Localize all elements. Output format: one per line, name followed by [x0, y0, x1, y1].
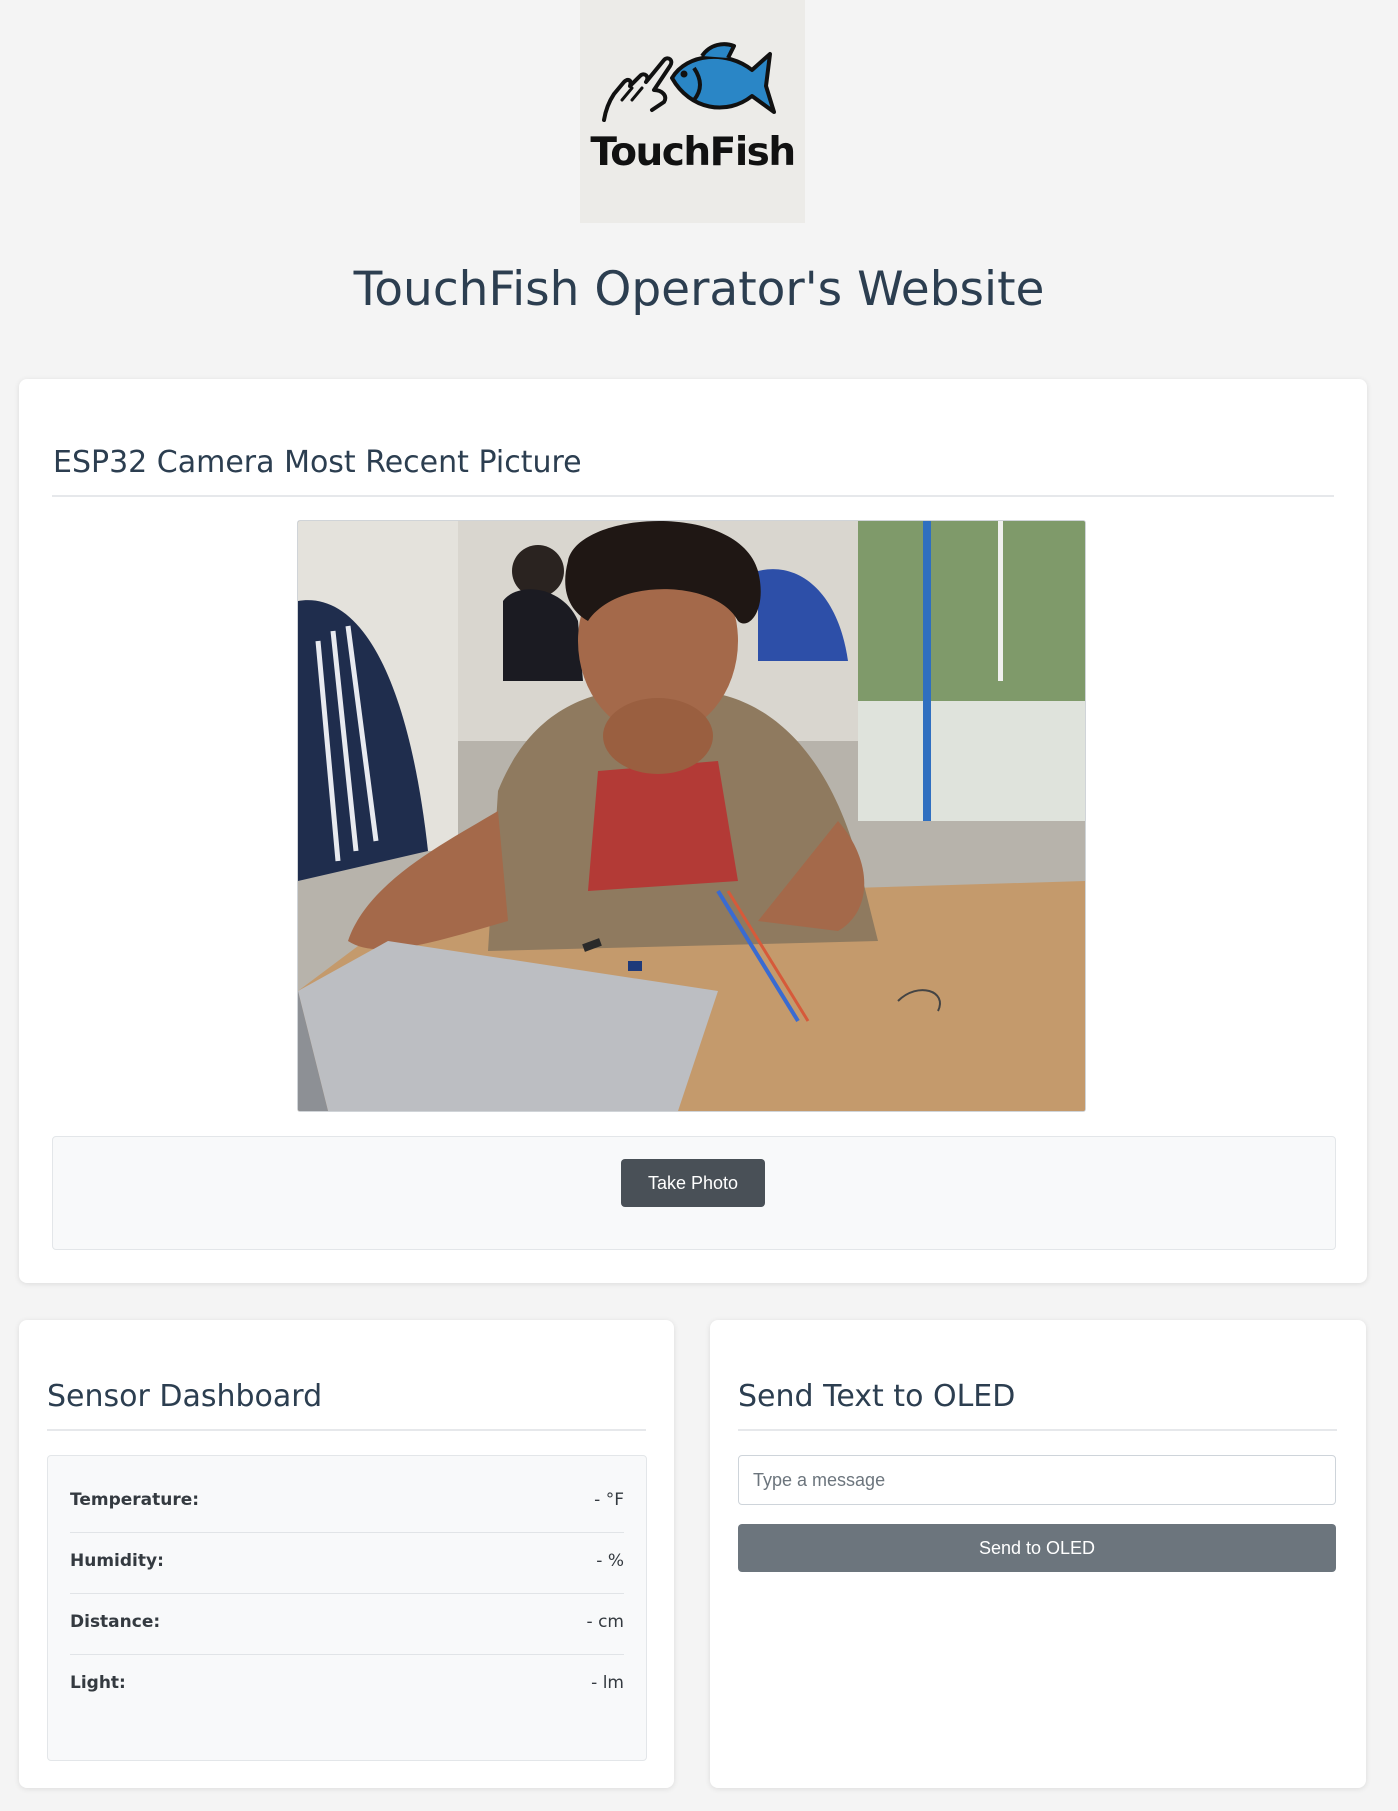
sensor-row-light: Light: - lm [70, 1655, 624, 1715]
camera-photo [297, 520, 1086, 1112]
sensor-dashboard-divider [47, 1429, 646, 1431]
temperature-value: - °F [594, 1490, 624, 1510]
photo-controls-panel: Take Photo [52, 1136, 1336, 1250]
oled-card-title: Send Text to OLED [738, 1379, 1016, 1414]
humidity-label: Humidity: [70, 1551, 164, 1571]
oled-card-divider [738, 1429, 1337, 1431]
page-title: TouchFish Operator's Website [353, 262, 1045, 317]
logo-text: TouchFish [590, 130, 796, 175]
sensor-row-temperature: Temperature: - °F [70, 1472, 624, 1533]
sensor-dashboard-card: Sensor Dashboard Temperature: - °F Humid… [19, 1320, 674, 1788]
camera-card-title: ESP32 Camera Most Recent Picture [53, 445, 582, 480]
touchfish-logo: TouchFish [580, 0, 805, 223]
sensor-dashboard-title: Sensor Dashboard [47, 1379, 323, 1414]
humidity-value: - % [596, 1551, 624, 1571]
camera-card: ESP32 Camera Most Recent Picture Take Ph… [19, 379, 1367, 1283]
distance-label: Distance: [70, 1612, 161, 1632]
oled-message-input[interactable] [738, 1455, 1336, 1505]
take-photo-button[interactable]: Take Photo [621, 1159, 765, 1207]
camera-card-divider [52, 495, 1334, 497]
sensor-readings-panel: Temperature: - °F Humidity: - % Distance… [47, 1455, 647, 1761]
light-value: - lm [591, 1673, 624, 1693]
sensor-row-humidity: Humidity: - % [70, 1533, 624, 1594]
send-to-oled-button[interactable]: Send to OLED [738, 1524, 1336, 1572]
distance-value: - cm [586, 1612, 624, 1632]
oled-card: Send Text to OLED Send to OLED [710, 1320, 1366, 1788]
sensor-row-distance: Distance: - cm [70, 1594, 624, 1655]
hand-touching-fish-icon [602, 42, 776, 122]
temperature-label: Temperature: [70, 1490, 200, 1510]
light-label: Light: [70, 1673, 126, 1693]
